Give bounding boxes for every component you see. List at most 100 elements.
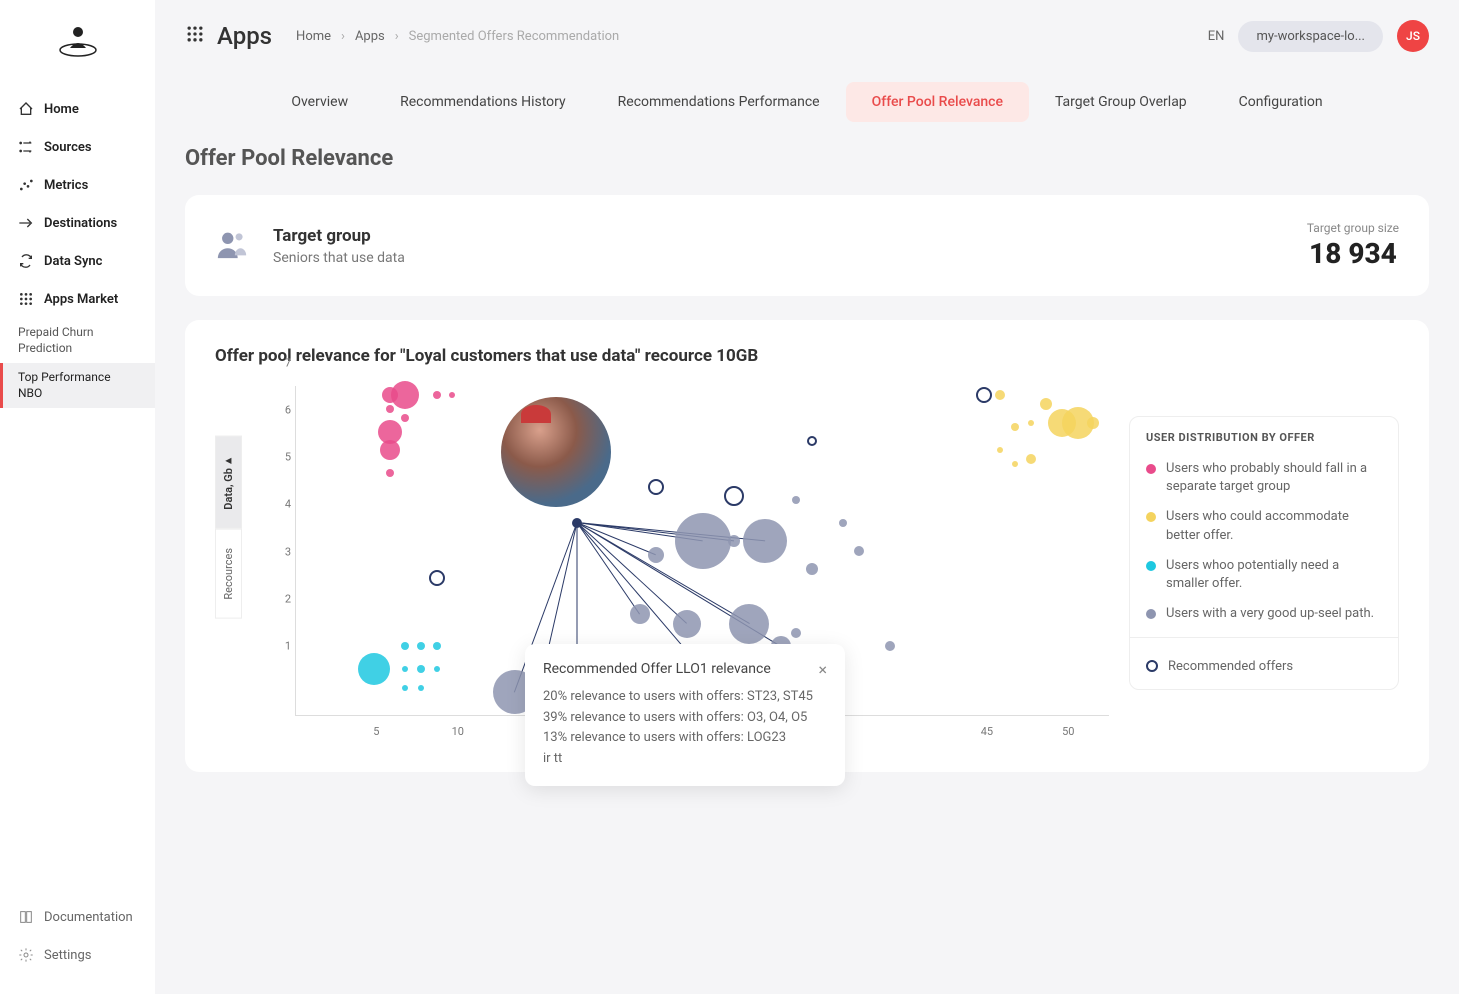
tooltip-title: Recommended Offer LLO1 relevance bbox=[543, 661, 771, 677]
data-bubble[interactable] bbox=[1012, 461, 1018, 467]
data-bubble[interactable] bbox=[854, 546, 864, 556]
data-bubble[interactable] bbox=[791, 628, 801, 638]
recommended-ring[interactable] bbox=[429, 570, 445, 586]
target-group-card: Target group Seniors that use data Targe… bbox=[185, 195, 1429, 296]
data-bubble[interactable] bbox=[391, 381, 419, 409]
sources-icon bbox=[18, 139, 34, 155]
data-bubble[interactable] bbox=[417, 642, 425, 650]
data-bubble[interactable] bbox=[433, 391, 441, 399]
y-tick: 5 bbox=[285, 451, 291, 464]
target-size-label: Target group size bbox=[1307, 221, 1399, 235]
sidebar: Home Sources Metrics Destinations Data S… bbox=[0, 0, 155, 994]
data-bubble[interactable] bbox=[386, 469, 394, 477]
data-bubble[interactable] bbox=[401, 414, 409, 422]
data-bubble[interactable] bbox=[673, 610, 701, 638]
recommended-ring[interactable] bbox=[648, 479, 664, 495]
y-tick: 1 bbox=[285, 639, 291, 652]
data-bubble[interactable] bbox=[434, 666, 440, 672]
x-tick: 45 bbox=[981, 725, 993, 738]
y-tick: 3 bbox=[285, 545, 291, 558]
chevron-right-icon: › bbox=[395, 29, 399, 44]
crumb-home[interactable]: Home bbox=[296, 29, 331, 44]
legend-title: USER DISTRIBUTION BY OFFER bbox=[1130, 417, 1398, 454]
nav-appsmarket[interactable]: Apps Market bbox=[0, 280, 155, 318]
data-bubble[interactable] bbox=[648, 547, 664, 563]
chart-card: Offer pool relevance for "Loyal customer… bbox=[185, 320, 1429, 772]
data-bubble[interactable] bbox=[728, 535, 740, 547]
data-bubble[interactable] bbox=[1026, 454, 1036, 464]
topbar: Apps Home › Apps › Segmented Offers Reco… bbox=[185, 20, 1429, 52]
data-bubble[interactable] bbox=[402, 666, 408, 672]
data-bubble[interactable] bbox=[1011, 423, 1019, 431]
user-avatar[interactable]: JS bbox=[1397, 20, 1429, 52]
recommended-ring[interactable] bbox=[724, 486, 744, 506]
data-bubble[interactable] bbox=[806, 563, 818, 575]
data-bubble[interactable] bbox=[1028, 420, 1034, 426]
nav-metrics[interactable]: Metrics bbox=[0, 166, 155, 204]
sub-top-performance[interactable]: Top Performance NBO bbox=[0, 363, 155, 408]
data-bubble[interactable] bbox=[839, 519, 847, 527]
nav-destinations[interactable]: Destinations bbox=[0, 204, 155, 242]
data-bubble[interactable] bbox=[417, 665, 425, 673]
sub-prepaid-churn[interactable]: Prepaid Churn Prediction bbox=[0, 318, 155, 363]
nav-documentation[interactable]: Documentation bbox=[0, 898, 155, 936]
legend-text: Users whoo potentially need a smaller of… bbox=[1166, 557, 1382, 593]
tabs: Overview Recommendations History Recomme… bbox=[185, 82, 1429, 122]
nav-datasync[interactable]: Data Sync bbox=[0, 242, 155, 280]
home-icon bbox=[18, 101, 34, 117]
data-bubble[interactable] bbox=[995, 390, 1005, 400]
legend-text: Users who probably should fall in a sepa… bbox=[1166, 460, 1382, 496]
workspace-selector[interactable]: my-workspace-lo... bbox=[1238, 21, 1383, 52]
tooltip-line: 20% relevance to users with offers: ST23… bbox=[543, 687, 827, 708]
apps-grid-icon[interactable] bbox=[185, 24, 205, 48]
nav-home[interactable]: Home bbox=[0, 90, 155, 128]
nav-label: Apps Market bbox=[44, 292, 118, 307]
logo bbox=[0, 20, 155, 60]
data-bubble[interactable] bbox=[885, 641, 895, 651]
data-bubble[interactable] bbox=[433, 642, 441, 650]
data-bubble[interactable] bbox=[418, 685, 424, 691]
data-bubble[interactable] bbox=[1040, 398, 1052, 410]
nav-sources[interactable]: Sources bbox=[0, 128, 155, 166]
close-icon[interactable]: × bbox=[818, 660, 827, 679]
tab-history[interactable]: Recommendations History bbox=[374, 82, 592, 122]
scatter-plot[interactable]: 1234567 510154550 Recommended Offer LLO1… bbox=[265, 386, 1109, 746]
data-bubble[interactable] bbox=[402, 685, 408, 691]
data-bubble[interactable] bbox=[729, 604, 769, 644]
tab-overview[interactable]: Overview bbox=[265, 82, 374, 122]
legend-item: Users whoo potentially need a smaller of… bbox=[1130, 551, 1398, 599]
data-bubble[interactable] bbox=[449, 392, 455, 398]
tab-offer-pool[interactable]: Offer Pool Relevance bbox=[846, 82, 1029, 122]
recommended-ring[interactable] bbox=[976, 387, 992, 403]
data-bubble[interactable] bbox=[1087, 417, 1099, 429]
nav-settings[interactable]: Settings bbox=[0, 936, 155, 974]
y-tick: 6 bbox=[285, 404, 291, 417]
legend-item: Users who probably should fall in a sepa… bbox=[1130, 454, 1398, 502]
tab-overlap[interactable]: Target Group Overlap bbox=[1029, 82, 1213, 122]
data-bubble[interactable] bbox=[380, 440, 400, 460]
data-bubble[interactable] bbox=[386, 405, 394, 413]
axis-btn-resources[interactable]: Recources bbox=[215, 529, 242, 619]
axis-btn-data[interactable]: Data, Gb▸ bbox=[215, 436, 242, 529]
chart-title: Offer pool relevance for "Loyal customer… bbox=[215, 346, 1399, 366]
data-bubble[interactable] bbox=[675, 513, 731, 569]
recommended-ring[interactable] bbox=[807, 436, 817, 446]
crumb-apps[interactable]: Apps bbox=[355, 29, 385, 44]
data-bubble[interactable] bbox=[401, 642, 409, 650]
legend-dot-icon bbox=[1146, 464, 1156, 474]
data-bubble[interactable] bbox=[792, 496, 800, 504]
settings-icon bbox=[18, 947, 34, 963]
data-bubble[interactable] bbox=[630, 604, 650, 624]
data-bubble[interactable] bbox=[743, 519, 787, 563]
data-bubble[interactable] bbox=[997, 447, 1003, 453]
language-selector[interactable]: EN bbox=[1208, 29, 1225, 44]
chart-tooltip: Recommended Offer LLO1 relevance × 20% r… bbox=[525, 644, 845, 786]
nav-label: Metrics bbox=[44, 178, 88, 193]
legend-dot-icon bbox=[1146, 512, 1156, 522]
legend-dot-icon bbox=[1146, 609, 1156, 619]
x-tick: 10 bbox=[452, 725, 464, 738]
tab-performance[interactable]: Recommendations Performance bbox=[592, 82, 846, 122]
tab-configuration[interactable]: Configuration bbox=[1213, 82, 1349, 122]
destinations-icon bbox=[18, 215, 34, 231]
data-bubble[interactable] bbox=[358, 653, 390, 685]
